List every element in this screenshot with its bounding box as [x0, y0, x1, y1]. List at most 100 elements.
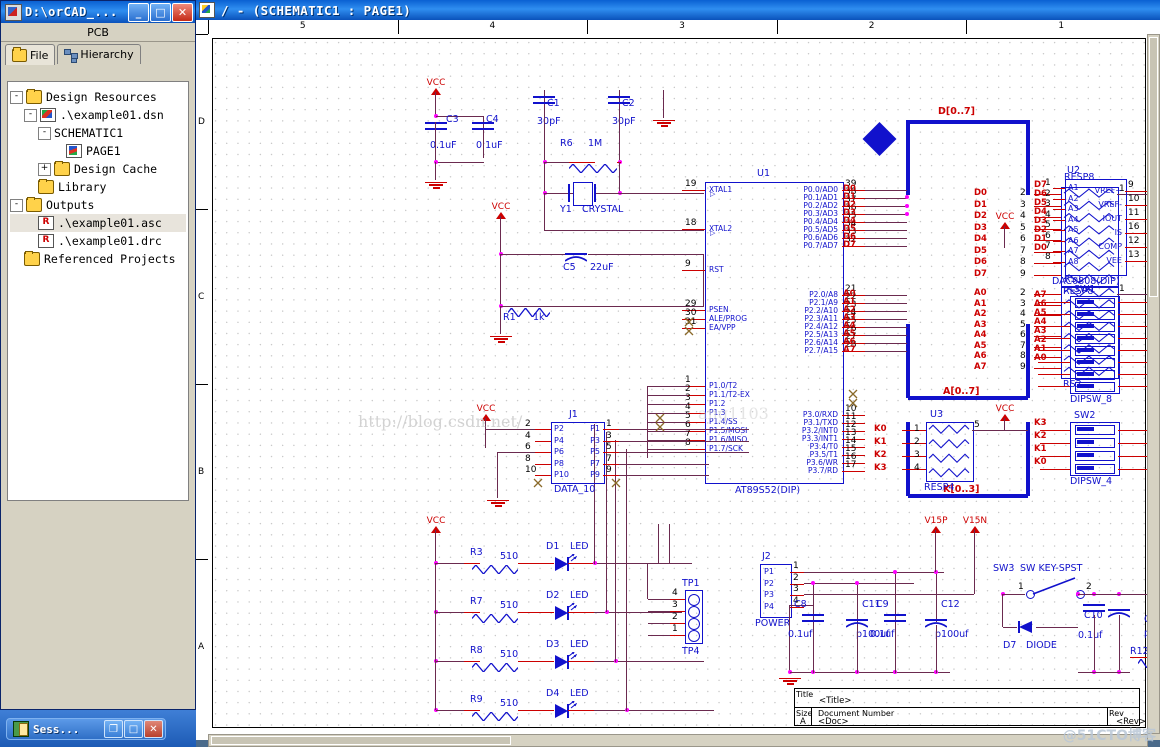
bus-entry-a[interactable]: [865, 295, 907, 297]
wire[interactable]: [436, 563, 464, 565]
bus-entry-a[interactable]: [865, 303, 907, 305]
dipswitch-lever[interactable]: [1077, 439, 1094, 444]
dipswitch-lever[interactable]: [1077, 372, 1094, 376]
sw2-pin-left[interactable]: [1040, 469, 1070, 471]
horizontal-scrollbar-thumb[interactable]: [211, 736, 511, 745]
tp1-pad[interactable]: [688, 594, 700, 606]
wire[interactable]: [501, 254, 565, 256]
sw1-pin-left[interactable]: [1038, 314, 1070, 316]
pin[interactable]: [518, 710, 550, 712]
tree-expander-expand[interactable]: +: [38, 162, 51, 176]
bus-entry-a[interactable]: [865, 335, 907, 337]
wire[interactable]: [813, 625, 815, 673]
wire[interactable]: [436, 612, 464, 614]
wire[interactable]: [498, 452, 535, 454]
maximize-button[interactable]: □: [150, 2, 171, 22]
tree-item[interactable]: - Outputs: [10, 196, 186, 214]
wire[interactable]: [663, 90, 665, 118]
bus-segment[interactable]: [1026, 120, 1030, 195]
vertical-scrollbar-thumb[interactable]: [1149, 37, 1158, 297]
bus-entry[interactable]: [865, 222, 907, 224]
pin[interactable]: [550, 710, 554, 712]
wire[interactable]: [619, 475, 709, 477]
tree-item[interactable]: + Design Cache: [10, 160, 186, 178]
maximize-button-2[interactable]: □: [124, 720, 143, 738]
sw1-pin-left[interactable]: [1038, 374, 1070, 376]
bus-segment[interactable]: [1026, 324, 1030, 398]
pin[interactable]: [550, 563, 554, 565]
sw2-pin-left[interactable]: [1040, 443, 1070, 445]
j1-pin-6[interactable]: [535, 452, 551, 454]
tp1-pin[interactable]: [669, 635, 685, 637]
junction[interactable]: [905, 204, 909, 208]
dipswitch-lever[interactable]: [1077, 312, 1094, 316]
sw1-pin-left[interactable]: [1038, 386, 1070, 388]
u2-pin-1[interactable]: [1053, 188, 1065, 190]
wire[interactable]: [594, 563, 692, 565]
wire[interactable]: [1119, 615, 1121, 672]
bus-segment[interactable]: [906, 120, 910, 195]
horizontal-scrollbar[interactable]: [208, 734, 1148, 747]
wire[interactable]: [594, 661, 704, 663]
sw2-pin-left[interactable]: [1040, 456, 1070, 458]
wire[interactable]: [648, 395, 688, 397]
u2-pin-4[interactable]: [1053, 219, 1065, 221]
dipswitch-lever[interactable]: [1077, 324, 1094, 328]
wire[interactable]: [497, 452, 499, 498]
wire[interactable]: [648, 599, 670, 601]
bus-entry[interactable]: [865, 238, 907, 240]
dipswitch-lever[interactable]: [1077, 452, 1094, 457]
wire[interactable]: [895, 625, 897, 673]
wire[interactable]: [588, 254, 704, 256]
wire[interactable]: [648, 431, 688, 433]
wire[interactable]: [648, 404, 688, 406]
wire[interactable]: [936, 594, 974, 596]
wire[interactable]: [596, 193, 620, 195]
junction[interactable]: [811, 581, 815, 585]
wire[interactable]: [500, 306, 502, 334]
crystal-body[interactable]: [573, 182, 593, 206]
wire[interactable]: [646, 193, 704, 195]
u2-pin-10[interactable]: [1125, 205, 1147, 207]
sw1-pin-left[interactable]: [1038, 362, 1070, 364]
u2-pin-3[interactable]: [1053, 209, 1065, 211]
wire[interactable]: [626, 449, 628, 711]
bus-entry-a[interactable]: [865, 351, 907, 353]
wire[interactable]: [648, 413, 688, 415]
wire[interactable]: [648, 440, 688, 442]
bus-segment[interactable]: [908, 120, 1028, 124]
tab-file[interactable]: File: [5, 44, 56, 65]
dipswitch-lever[interactable]: [1077, 336, 1094, 340]
junction[interactable]: [855, 581, 859, 585]
pin[interactable]: [518, 661, 550, 663]
wire[interactable]: [648, 623, 670, 625]
bus-segment[interactable]: [1026, 422, 1030, 496]
wire[interactable]: [857, 625, 859, 673]
tree-item[interactable]: R .\example01.asc: [10, 214, 186, 232]
sw2-pin-left[interactable]: [1040, 430, 1070, 432]
sw1-pin-left[interactable]: [1038, 326, 1070, 328]
wire[interactable]: [435, 122, 437, 162]
pin[interactable]: [568, 710, 594, 712]
tree-expander-collapse[interactable]: -: [24, 108, 37, 122]
tree-expander-collapse[interactable]: -: [10, 90, 23, 104]
wire[interactable]: [972, 430, 1028, 432]
wire[interactable]: [500, 216, 502, 254]
tree-item[interactable]: Referenced Projects: [10, 250, 186, 268]
schematic-canvas[interactable]: VCC C3 C4 0.1uF 0.1uF C1 C2 30pF 30pF R6 1M Y1 CRYST…: [208, 34, 1156, 734]
wire[interactable]: [1002, 594, 1004, 627]
pin[interactable]: [568, 563, 594, 565]
sw3-lever[interactable]: [1031, 576, 1079, 596]
dipswitch-lever[interactable]: [1077, 300, 1094, 304]
bus-entry-a[interactable]: [865, 319, 907, 321]
wire[interactable]: [974, 530, 976, 594]
wire[interactable]: [1004, 418, 1006, 430]
wire[interactable]: [619, 108, 621, 160]
u2-pin-11[interactable]: [1125, 219, 1147, 221]
sw1-pin-left[interactable]: [1038, 338, 1070, 340]
bus-entry[interactable]: [865, 246, 907, 248]
bus-entry-a[interactable]: [865, 343, 907, 345]
wire[interactable]: [544, 193, 546, 231]
pin[interactable]: [550, 661, 554, 663]
restore-button[interactable]: ❐: [104, 720, 123, 738]
